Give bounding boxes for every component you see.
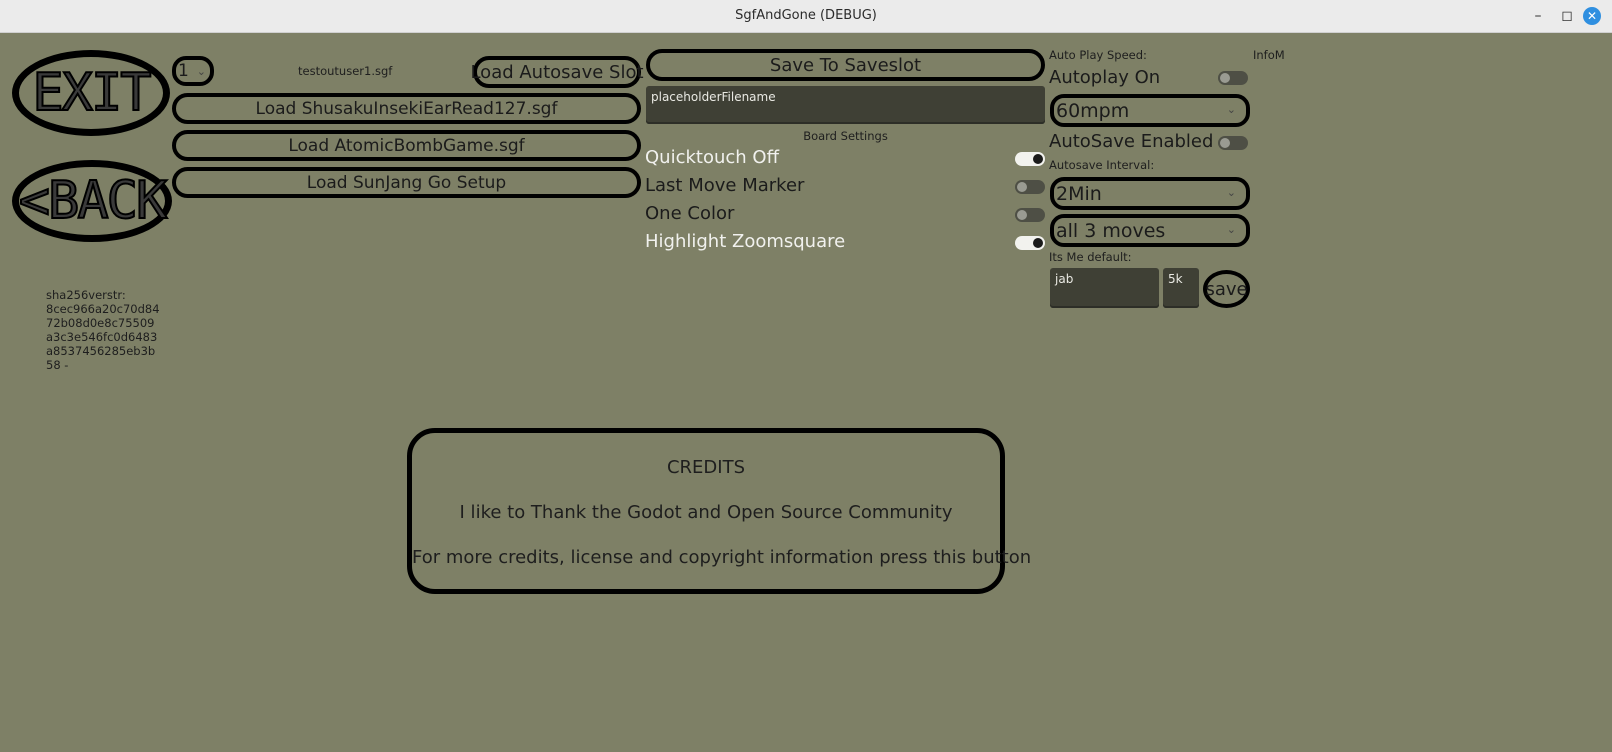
current-filename: testoutuser1.sgf — [298, 64, 393, 78]
highlight-zoomsquare-label: Highlight Zoomsquare — [645, 231, 846, 252]
autoplay-toggle[interactable] — [1218, 71, 1248, 85]
autosave-interval-label: Autosave Interval: — [1049, 158, 1155, 172]
version-line: 8cec966a20c70d84 — [46, 302, 160, 316]
autoplay-speed-value: 60mpm — [1056, 99, 1130, 122]
save-to-saveslot-label: Save To Saveslot — [769, 54, 922, 76]
back-button-label: <BACK — [18, 170, 169, 232]
quicktouch-toggle[interactable] — [1015, 152, 1045, 166]
one-color-toggle[interactable] — [1015, 208, 1045, 222]
version-hash: sha256verstr: 8cec966a20c70d84 72b08d0e8… — [46, 288, 160, 372]
save-player-button[interactable]: save — [1203, 270, 1250, 308]
toggle-knob — [1033, 154, 1043, 164]
auto-play-speed-label: Auto Play Speed: — [1049, 48, 1147, 62]
autosave-enabled-toggle[interactable] — [1218, 136, 1248, 150]
player-rank-value: 5k — [1168, 272, 1183, 286]
load-atomicbomb-button[interactable]: Load AtomicBombGame.sgf — [172, 130, 641, 161]
highlight-zoomsquare-toggle[interactable] — [1015, 236, 1045, 250]
one-color-label: One Color — [645, 203, 735, 224]
player-rank-input[interactable]: 5k — [1163, 268, 1199, 308]
toggle-knob — [1220, 138, 1230, 148]
back-button[interactable]: <BACK — [12, 160, 172, 242]
load-atomicbomb-label: Load AtomicBombGame.sgf — [288, 135, 525, 156]
slot-select[interactable]: 1 ⌄ — [172, 56, 214, 86]
autoplay-speed-select[interactable]: 60mpm ⌄ — [1050, 94, 1250, 127]
autoplay-label: Autoplay On — [1049, 67, 1161, 88]
toggle-knob — [1017, 210, 1027, 220]
last-move-marker-toggle[interactable] — [1015, 180, 1045, 194]
player-name-input[interactable]: jab — [1050, 268, 1159, 308]
slot-select-value: 1 — [178, 61, 189, 81]
credits-button[interactable]: CREDITS I like to Thank the Godot and Op… — [407, 428, 1032, 594]
toggle-knob — [1017, 182, 1027, 192]
autosave-moves-value: all 3 moves — [1056, 219, 1166, 242]
load-shusaku-button[interactable]: Load ShusakuInsekiEarRead127.sgf — [172, 93, 641, 124]
chevron-down-icon: ⌄ — [196, 65, 206, 78]
its-me-label: Its Me default: — [1049, 250, 1132, 264]
filename-placeholder: placeholderFilename — [651, 90, 776, 104]
chevron-down-icon: ⌄ — [1226, 223, 1236, 236]
player-name-value: jab — [1055, 272, 1074, 286]
version-line: a8537456285eb3b — [46, 344, 156, 358]
load-shusaku-label: Load ShusakuInsekiEarRead127.sgf — [255, 98, 558, 119]
minimize-icon[interactable]: – — [1529, 7, 1547, 25]
autosave-interval-select[interactable]: 2Min ⌄ — [1050, 177, 1250, 210]
window-titlebar: SgfAndGone (DEBUG) – ◻ ✕ — [0, 0, 1612, 33]
load-sunjang-button[interactable]: Load SunJang Go Setup — [172, 167, 641, 198]
load-autosave-slot-label: Load Autosave Slot — [470, 61, 644, 83]
chevron-down-icon: ⌄ — [1226, 103, 1236, 116]
exit-button-label: EXIT — [31, 62, 152, 124]
autosave-moves-select[interactable]: all 3 moves ⌄ — [1050, 214, 1250, 247]
chevron-down-icon: ⌄ — [1226, 186, 1236, 199]
board-settings-heading: Board Settings — [803, 129, 888, 143]
autosave-interval-value: 2Min — [1056, 182, 1102, 205]
version-line: a3c3e546fc0d6483 — [46, 330, 158, 344]
version-line: sha256verstr: — [46, 288, 126, 302]
version-line: 72b08d0e8c75509 — [46, 316, 155, 330]
load-sunjang-label: Load SunJang Go Setup — [306, 172, 507, 193]
save-to-saveslot-button[interactable]: Save To Saveslot — [646, 49, 1045, 81]
quicktouch-label: Quicktouch Off — [645, 147, 779, 168]
maximize-icon[interactable]: ◻ — [1558, 7, 1576, 25]
info-label: InfoM — [1253, 48, 1285, 62]
version-line: 58 - — [46, 358, 69, 372]
exit-button[interactable]: EXIT — [12, 50, 170, 136]
load-autosave-slot-button[interactable]: Load Autosave Slot — [470, 56, 644, 88]
credits-heading: CREDITS — [666, 457, 746, 478]
last-move-marker-label: Last Move Marker — [645, 175, 805, 196]
toggle-knob — [1033, 238, 1043, 248]
window-title: SgfAndGone (DEBUG) — [735, 8, 877, 23]
close-icon[interactable]: ✕ — [1583, 7, 1601, 25]
toggle-knob — [1220, 73, 1230, 83]
credits-more-info: For more credits, license and copyright … — [412, 547, 1032, 568]
save-player-label: save — [1205, 278, 1248, 300]
filename-input[interactable]: placeholderFilename — [646, 86, 1045, 124]
autosave-enabled-label: AutoSave Enabled — [1049, 131, 1214, 152]
credits-thanks: I like to Thank the Godot and Open Sourc… — [459, 502, 953, 523]
